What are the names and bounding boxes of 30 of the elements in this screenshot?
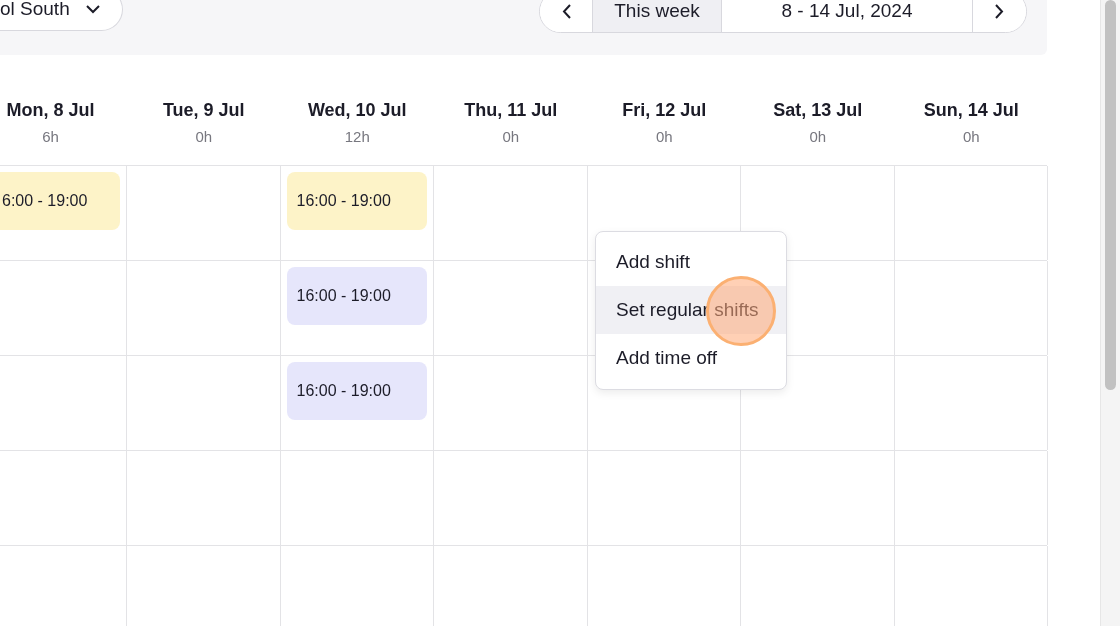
this-week-button[interactable]: This week xyxy=(593,0,722,32)
day-hours: 0h xyxy=(502,129,520,144)
chevron-down-icon xyxy=(85,5,100,14)
day-label: Fri, 12 Jul xyxy=(622,101,707,119)
day-hours: 12h xyxy=(344,129,370,144)
shift-block[interactable]: 16:00 - 19:00 xyxy=(286,362,427,420)
shift-block[interactable]: 16:00 - 19:00 xyxy=(286,267,427,325)
day-label: Thu, 11 Jul xyxy=(464,101,558,119)
day-label: Sun, 14 Jul xyxy=(923,101,1019,119)
menu-item[interactable]: Add shift xyxy=(596,238,786,286)
day-hours: 0h xyxy=(195,129,213,144)
shift-block[interactable]: 16:00 - 19:00 xyxy=(286,172,427,230)
menu-item[interactable]: Add time off xyxy=(596,334,786,382)
menu-item[interactable]: Set regular shifts xyxy=(596,286,786,334)
day-hours: 0h xyxy=(962,129,980,144)
chevron-left-icon xyxy=(561,4,571,19)
day-hours: 0h xyxy=(809,129,827,144)
chevron-right-icon xyxy=(995,4,1004,19)
day-label: Tue, 9 Jul xyxy=(162,101,245,119)
scrollbar[interactable] xyxy=(1100,0,1120,626)
previous-week-button[interactable] xyxy=(540,0,593,32)
day-label: Wed, 10 Jul xyxy=(307,101,407,119)
day-hours: 6h xyxy=(42,129,59,144)
location-dropdown[interactable]: ol South xyxy=(0,0,123,31)
location-value: ol South xyxy=(0,0,70,22)
scrollbar-thumb[interactable] xyxy=(1105,0,1116,390)
shift-block[interactable]: 6:00 - 19:00 xyxy=(0,172,120,230)
day-hours: 0h xyxy=(655,129,673,144)
day-label: Mon, 8 Jul xyxy=(6,101,95,119)
day-label: Sat, 13 Jul xyxy=(773,101,863,119)
